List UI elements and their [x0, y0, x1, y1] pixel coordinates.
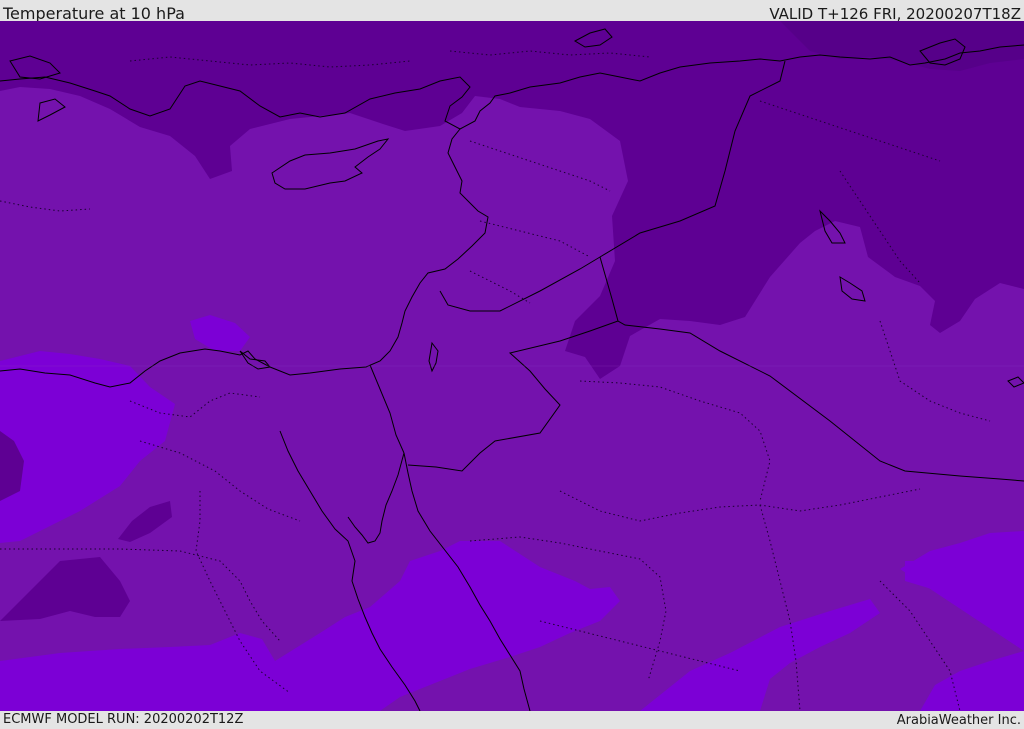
map-canvas: [0, 21, 1024, 711]
header-bar: Temperature at 10 hPa VALID T+126 FRI, 2…: [0, 0, 1024, 23]
weather-map-frame: Temperature at 10 hPa VALID T+126 FRI, 2…: [0, 0, 1024, 729]
credit-label: ArabiaWeather Inc.: [896, 713, 1021, 728]
temperature-map[interactable]: [0, 21, 1024, 711]
model-run-label: ECMWF MODEL RUN: 20200202T12Z: [3, 712, 244, 727]
footer-bar: ECMWF MODEL RUN: 20200202T12Z ArabiaWeat…: [0, 711, 1024, 729]
